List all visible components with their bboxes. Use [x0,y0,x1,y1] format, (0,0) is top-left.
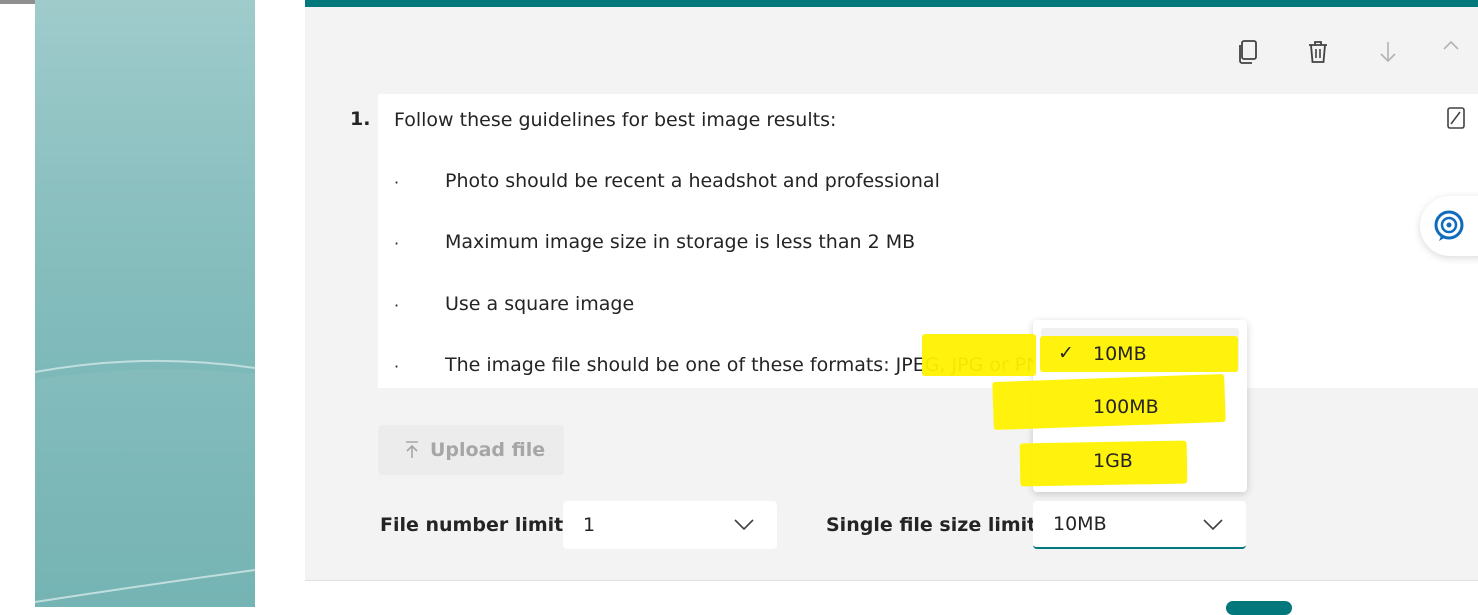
file-number-limit-select[interactable]: 1 [563,501,777,549]
next-card-area [305,581,1478,607]
move-up-icon[interactable] [1440,36,1460,68]
bullet-marker: · [394,173,400,192]
chat-assistant-button[interactable] [1420,196,1478,256]
single-file-size-limit-value: 10MB [1053,513,1107,535]
dropdown-option-10mb[interactable]: 10MB [1093,343,1147,365]
bullet-marker: · [394,357,400,376]
upload-file-label: Upload file [430,439,546,461]
upload-arrow-icon [406,441,418,458]
theme-background-panel [35,0,255,607]
dropdown-option-1gb[interactable]: 1GB [1093,450,1133,472]
guideline-item: Maximum image size in storage is less th… [445,231,916,253]
question-intro: Follow these guidelines for best image r… [394,109,837,131]
highlighter-mark [922,334,1036,376]
required-toggle[interactable] [1226,601,1292,615]
image-insert-icon[interactable] [1446,106,1466,130]
upload-file-button[interactable]: Upload file [378,425,564,475]
chevron-down-icon [734,519,754,531]
file-number-limit-label: File number limit: [380,514,571,536]
guideline-item: Use a square image [445,293,635,315]
copy-icon[interactable] [1233,36,1263,68]
single-file-size-limit-select[interactable]: 10MB [1033,501,1246,549]
question-number: 1. [350,108,371,130]
file-number-limit-value: 1 [583,514,596,536]
delete-icon[interactable] [1303,36,1333,68]
guideline-item: Photo should be recent a headshot and pr… [445,170,940,192]
chevron-down-icon [1203,519,1223,531]
bullet-marker: · [394,234,400,253]
decorative-wave [35,359,255,607]
bullet-marker: · [394,296,400,315]
option-check-icon: ✓ [1058,342,1074,364]
dropdown-option-100mb[interactable]: 100MB [1093,396,1159,418]
single-file-size-limit-label: Single file size limit: [826,514,1044,536]
move-down-icon[interactable] [1373,36,1403,68]
chat-bubble-icon [1434,210,1464,241]
